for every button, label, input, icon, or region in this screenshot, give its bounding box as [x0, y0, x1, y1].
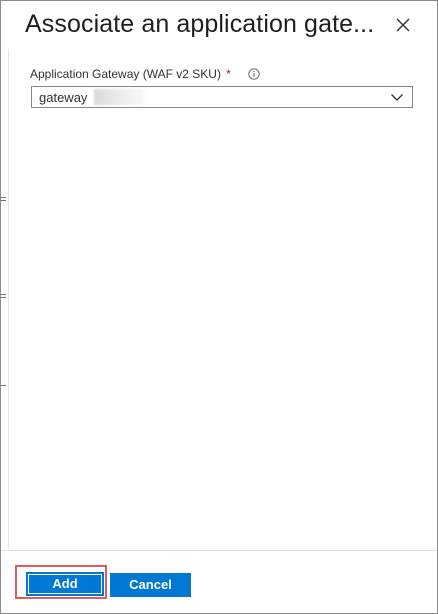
chevron-down-icon [391, 94, 403, 101]
edge-tick [1, 294, 6, 295]
edge-tick [1, 197, 6, 198]
footer-divider [1, 550, 437, 551]
background-page-edge [1, 1, 9, 613]
gateway-selected-value: gateway [39, 90, 88, 105]
edge-tick [1, 200, 6, 201]
edge-tick [1, 297, 6, 298]
cancel-button[interactable]: Cancel [110, 573, 191, 597]
gateway-field-label: Application Gateway (WAF v2 SKU) * [30, 67, 231, 81]
info-icon[interactable] [248, 67, 260, 80]
panel-title: Associate an application gate... [25, 10, 375, 38]
edge-tick [1, 385, 6, 386]
required-marker: * [226, 67, 231, 81]
close-icon [396, 18, 410, 32]
associate-app-gateway-panel: Associate an application gate... Applica… [0, 0, 438, 614]
close-button[interactable] [391, 13, 415, 37]
redacted-name-blur [94, 89, 144, 105]
edge-divider [8, 49, 9, 549]
gateway-label-text: Application Gateway (WAF v2 SKU) [30, 67, 221, 81]
add-button[interactable]: Add [26, 572, 104, 596]
application-gateway-dropdown[interactable]: gateway [31, 86, 413, 108]
